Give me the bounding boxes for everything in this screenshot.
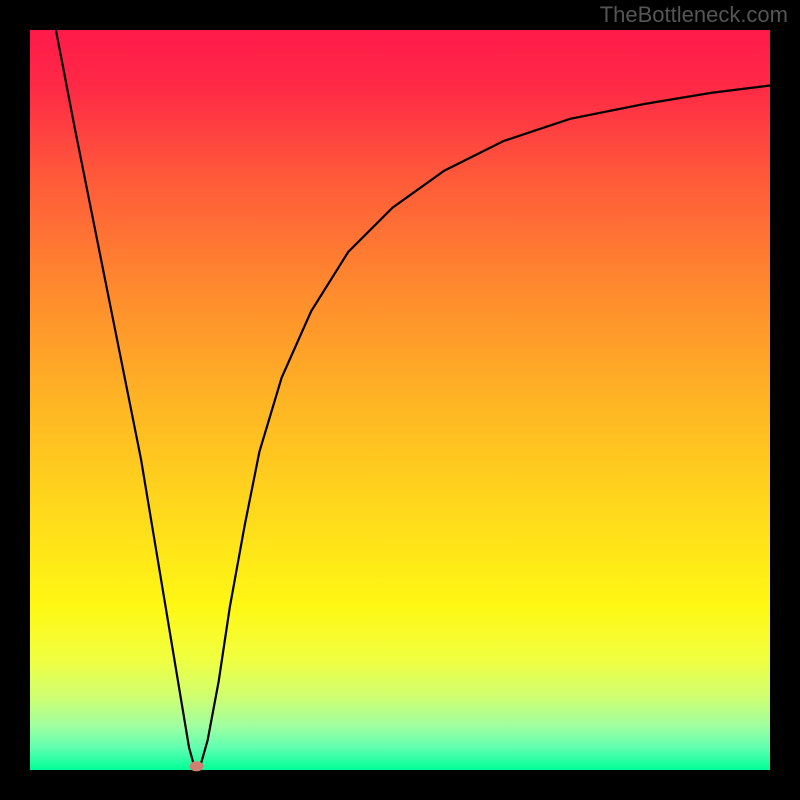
optimal-marker	[190, 761, 204, 771]
bottleneck-chart	[0, 0, 800, 800]
chart-container: TheBottleneck.com	[0, 0, 800, 800]
chart-gradient-bg	[30, 30, 770, 770]
watermark-text: TheBottleneck.com	[600, 2, 788, 28]
